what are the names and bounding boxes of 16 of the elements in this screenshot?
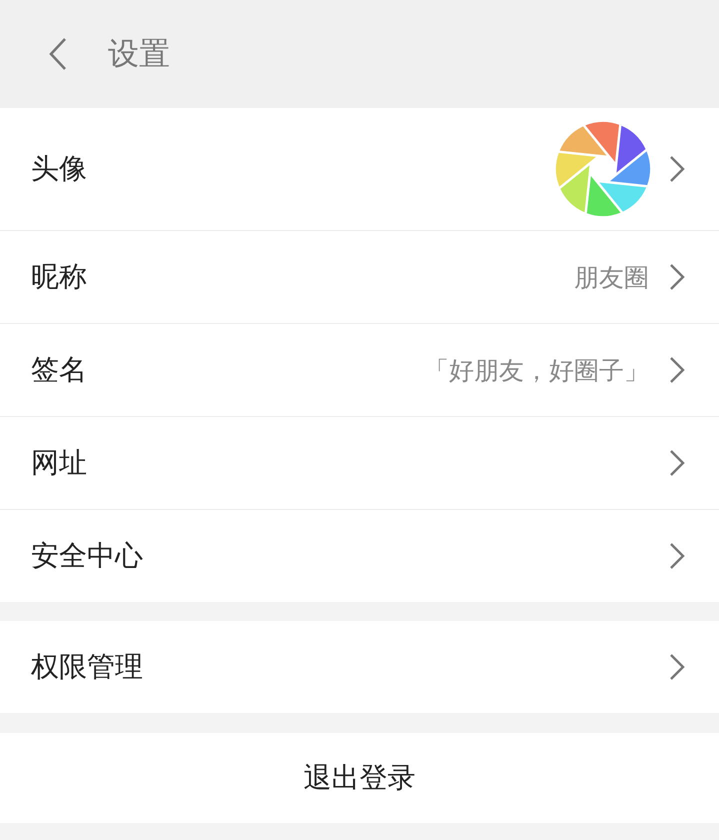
settings-row[interactable]: 签名 「好朋友，好圈子」 [0,324,719,416]
chevron-icon [669,542,685,570]
page-title: 设置 [108,35,170,74]
settings-row[interactable]: 网址 [0,417,719,509]
settings-row[interactable]: 头像 [0,108,719,230]
settings-row[interactable]: 安全中心 [0,510,719,602]
settings-row[interactable]: 昵称 朋友圈 [0,231,719,323]
chevron-icon [669,263,685,291]
chevron-icon [669,653,685,681]
chevron-icon [669,356,685,384]
back-button[interactable] [48,37,68,71]
logout-button[interactable]: 退出登录 [0,733,719,823]
chevron-icon [669,155,685,183]
settings-row[interactable]: 权限管理 [0,621,719,713]
chevron-icon [669,449,685,477]
aperture-icon [555,121,651,217]
